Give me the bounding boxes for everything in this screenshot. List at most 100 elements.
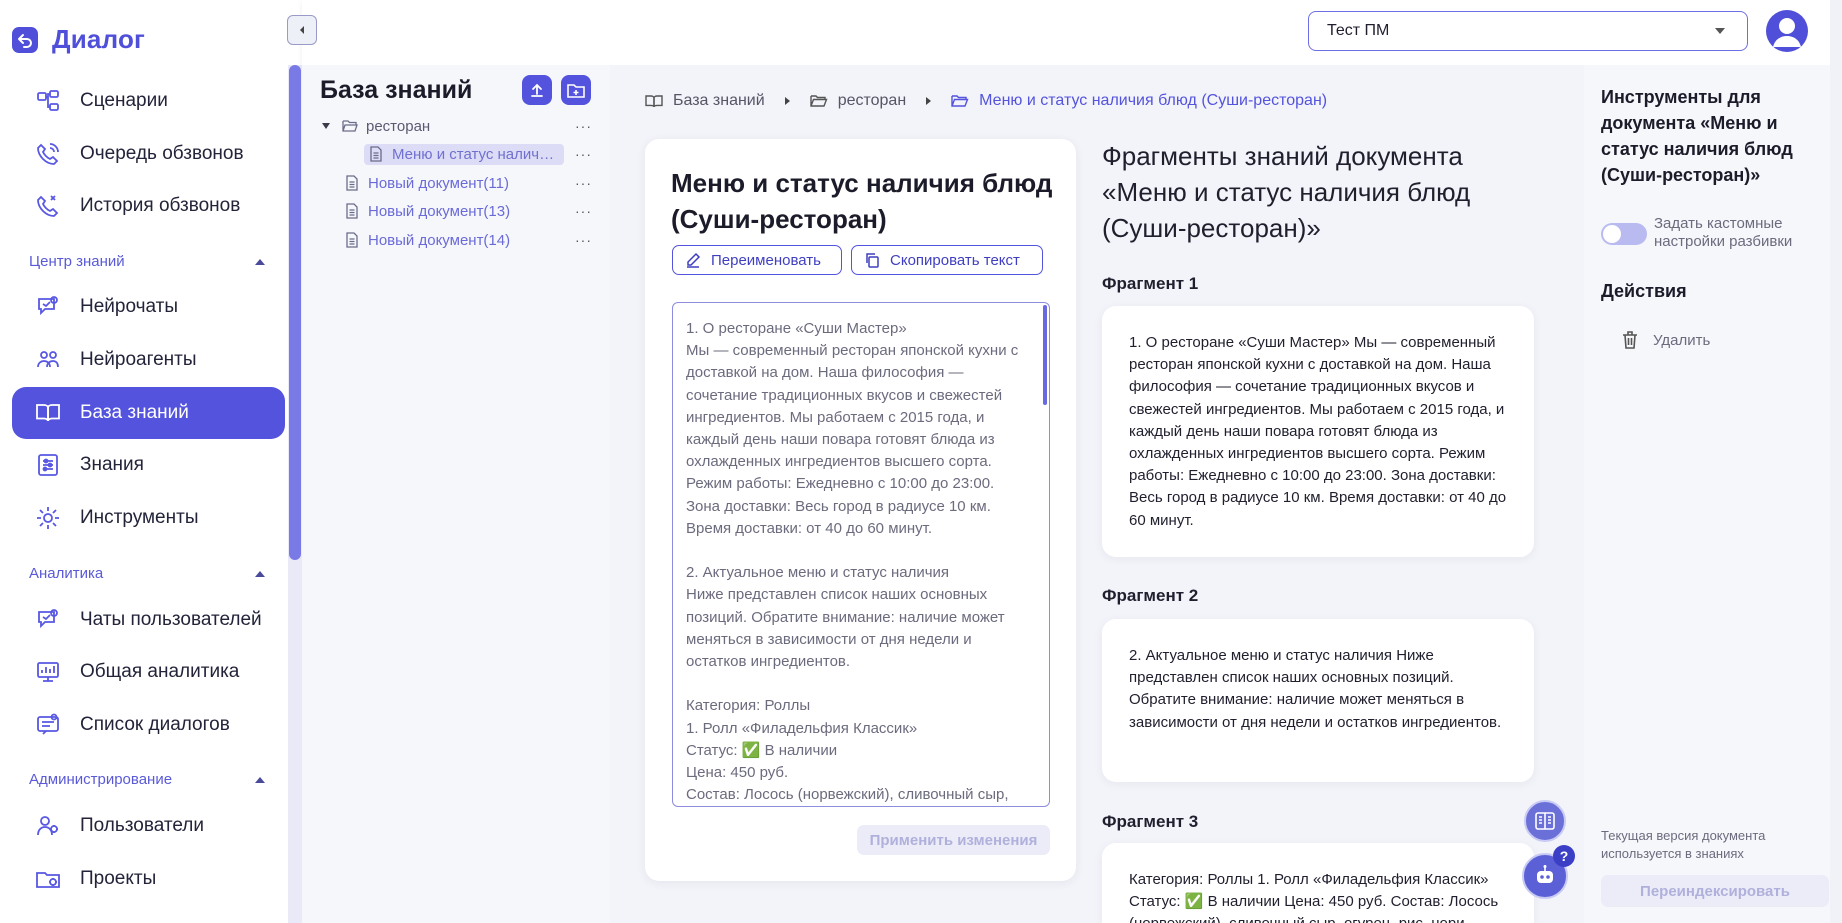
custom-split-toggle-label: Задать кастомные настройки разбивки xyxy=(1654,215,1793,250)
tree-item-label: Меню и статус наличия ... xyxy=(392,145,558,163)
sidebar-item-label: Чаты пользователей xyxy=(80,609,262,630)
breadcrumb-item[interactable]: ресторан xyxy=(809,92,907,110)
tree-item[interactable]: Новый документ(13) ··· xyxy=(322,198,592,224)
more-options-icon[interactable]: ··· xyxy=(575,232,592,248)
sidebar-item-call-history[interactable]: История обзвонов xyxy=(12,180,285,232)
apply-changes-button[interactable]: Применить изменения xyxy=(857,825,1050,855)
toggle-knob xyxy=(1603,225,1621,243)
chevron-down-icon xyxy=(1715,28,1725,34)
fragment-card[interactable]: Категория: Роллы 1. Ролл «Филадельфия Кл… xyxy=(1102,843,1534,923)
sidebar-item-label: База знаний xyxy=(80,402,189,423)
tree-item[interactable]: Меню и статус наличия ... ··· xyxy=(322,141,592,167)
avatar[interactable] xyxy=(1766,10,1808,52)
reindex-button[interactable]: Переиндексировать xyxy=(1601,875,1829,907)
chevron-left-icon xyxy=(300,26,304,34)
section-title: Аналитика xyxy=(29,565,104,582)
sidebar-item-projects[interactable]: Проекты xyxy=(12,853,285,905)
upload-icon xyxy=(531,83,543,97)
add-folder-icon xyxy=(567,84,585,98)
sidebar-item-label: Нейроагенты xyxy=(80,349,197,370)
document-text-editor[interactable]: 1. О ресторане «Суши Мастер» Мы — соврем… xyxy=(672,302,1050,807)
section-analytics[interactable]: Аналитика xyxy=(29,565,265,582)
delete-label: Удалить xyxy=(1653,331,1711,349)
rename-button[interactable]: Переименовать xyxy=(672,245,842,275)
sidebar-item-call-queue[interactable]: Очередь обзвонов xyxy=(12,128,285,180)
sidebar-item-knowledge[interactable]: Знания xyxy=(12,439,285,491)
fragment-text: 2. Актуальное меню и статус наличия Ниже… xyxy=(1129,647,1502,731)
projects-icon xyxy=(34,865,62,893)
fragment-card[interactable]: 1. О ресторане «Суши Мастер» Мы — соврем… xyxy=(1102,306,1534,557)
section-administration[interactable]: Администрирование xyxy=(29,771,265,788)
collapse-sidebar-button[interactable] xyxy=(287,15,317,45)
logo-icon xyxy=(12,26,38,53)
breadcrumb-label: Меню и статус наличия блюд (Суши-рестора… xyxy=(979,92,1328,109)
breadcrumb-item-current: Меню и статус наличия блюд (Суши-рестора… xyxy=(951,92,1327,110)
breadcrumb: База знаний ресторан Меню и статус налич… xyxy=(645,92,1327,110)
sidebar-item-label: Знания xyxy=(80,454,144,475)
sidebar-item-general-analytics[interactable]: Общая аналитика xyxy=(12,646,285,698)
user-chats-icon xyxy=(34,606,62,634)
editor-scrollbar-thumb[interactable] xyxy=(1043,305,1047,405)
upload-button[interactable] xyxy=(522,75,552,105)
gear-icon xyxy=(34,504,62,532)
fragment-label: Фрагмент 1 xyxy=(1102,274,1199,293)
sidebar-item-label: Общая аналитика xyxy=(80,661,240,682)
more-options-icon[interactable]: ··· xyxy=(575,203,592,219)
sliders-icon xyxy=(34,451,62,479)
sidebar-item-user-chats[interactable]: Чаты пользователей xyxy=(12,594,285,646)
knowledge-book-button[interactable] xyxy=(1524,800,1566,842)
collapse-caret-icon[interactable] xyxy=(255,776,265,783)
actions-title: Действия xyxy=(1601,281,1687,301)
sidebar-item-scenarios[interactable]: Сценарии xyxy=(12,75,285,127)
tree-item-label: Новый документ(13) xyxy=(368,202,511,220)
collapse-caret-icon[interactable] xyxy=(255,570,265,577)
sidebar-item-label: Проекты xyxy=(80,868,157,889)
document-icon xyxy=(344,203,360,219)
copy-icon xyxy=(864,252,880,268)
version-note: Текущая версия документа используется в … xyxy=(1601,828,1766,861)
more-options-icon[interactable]: ··· xyxy=(575,118,592,134)
sidebar-scrollbar-thumb[interactable] xyxy=(289,65,301,560)
fragment-card[interactable]: 2. Актуальное меню и статус наличия Ниже… xyxy=(1102,619,1534,782)
sidebar-item-label: Инструменты xyxy=(80,507,199,528)
add-folder-button[interactable] xyxy=(561,75,591,105)
custom-split-toggle[interactable] xyxy=(1601,223,1647,245)
sidebar-item-tools[interactable]: Инструменты xyxy=(12,492,285,544)
sidebar-item-label: Пользователи xyxy=(80,815,205,836)
sidebar-item-knowledge-base[interactable]: База знаний xyxy=(12,387,285,439)
sidebar-item-neuroagents[interactable]: Нейроагенты xyxy=(12,334,285,386)
tree-folder[interactable]: ресторан ··· xyxy=(322,113,592,139)
sidebar: Диалог Сценарии Очередь обзвонов История… xyxy=(0,0,302,923)
tree-item[interactable]: Новый документ(14) ··· xyxy=(322,227,592,253)
user-avatar-icon xyxy=(1773,18,1801,47)
help-badge[interactable]: ? xyxy=(1553,845,1575,867)
tree-item[interactable]: Новый документ(11) ··· xyxy=(322,170,592,196)
document-text: 1. О ресторане «Суши Мастер» Мы — соврем… xyxy=(686,320,1019,804)
expand-caret-icon[interactable] xyxy=(322,123,330,129)
sidebar-item-label: История обзвонов xyxy=(80,195,241,216)
app-title: Диалог xyxy=(52,24,146,54)
sidebar-item-label: Нейрочаты xyxy=(80,296,179,317)
copy-text-button[interactable]: Скопировать текст xyxy=(851,245,1043,275)
sidebar-item-dialog-list[interactable]: Список диалогов xyxy=(12,699,285,751)
sidebar-item-neurochats[interactable]: Нейрочаты xyxy=(12,281,285,333)
delete-button[interactable]: Удалить xyxy=(1621,330,1710,350)
folder-open-icon xyxy=(951,92,969,110)
rename-label: Переименовать xyxy=(711,251,821,269)
app-logo[interactable]: Диалог xyxy=(12,24,145,55)
more-options-icon[interactable]: ··· xyxy=(575,146,592,162)
breadcrumb-item[interactable]: База знаний xyxy=(645,92,765,110)
project-select[interactable]: Тест ПМ xyxy=(1308,11,1748,51)
sidebar-item-label: Очередь обзвонов xyxy=(80,143,244,164)
section-knowledge-center[interactable]: Центр знаний xyxy=(29,253,265,270)
document-icon xyxy=(344,175,360,191)
fragment-text: 1. О ресторане «Суши Мастер» Мы — соврем… xyxy=(1129,334,1507,529)
sidebar-item-users[interactable]: Пользователи xyxy=(12,800,285,852)
folder-open-icon xyxy=(342,118,358,134)
tools-title: Инструменты для документа «Меню и статус… xyxy=(1601,87,1793,185)
analytics-icon xyxy=(34,658,62,686)
breadcrumb-label: ресторан xyxy=(837,92,907,109)
collapse-caret-icon[interactable] xyxy=(255,258,265,265)
more-options-icon[interactable]: ··· xyxy=(575,175,592,191)
breadcrumb-label: База знаний xyxy=(673,92,765,109)
